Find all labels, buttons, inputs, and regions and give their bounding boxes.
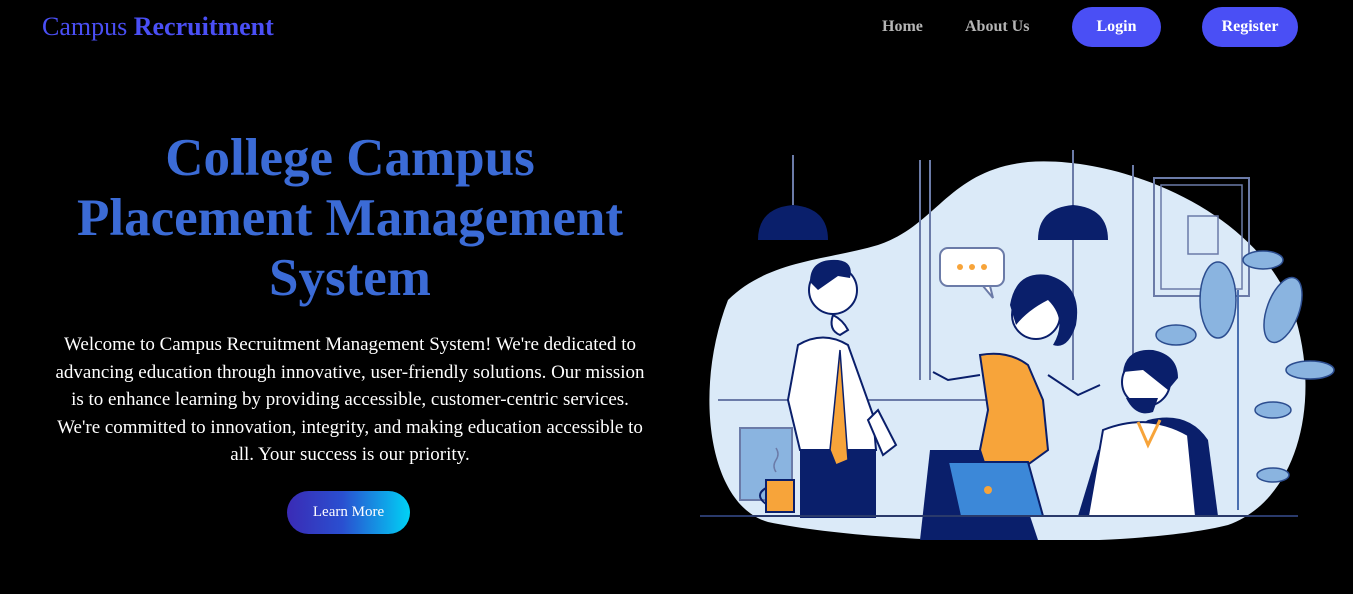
landing-page: Campus Recruitment Home About Us Login R… bbox=[0, 0, 1353, 594]
office-team-meeting-illustration bbox=[700, 150, 1335, 540]
brand-word-campus: Campus bbox=[42, 12, 128, 41]
learn-more-button[interactable]: Learn More bbox=[287, 491, 410, 534]
brand-word-recruitment: Recruitment bbox=[133, 12, 274, 41]
hero-title: College Campus Placement Management Syst… bbox=[76, 129, 624, 307]
login-button[interactable]: Login bbox=[1072, 7, 1161, 47]
ceiling-lamp-left bbox=[758, 205, 828, 240]
brand-logo[interactable]: Campus Recruitment bbox=[42, 12, 274, 42]
register-button[interactable]: Register bbox=[1202, 7, 1298, 47]
nav-link-about-us[interactable]: About Us bbox=[965, 18, 1029, 36]
nav-link-home[interactable]: Home bbox=[882, 18, 923, 36]
laptop-icon bbox=[946, 461, 1045, 517]
hero-description: Welcome to Campus Recruitment Management… bbox=[55, 334, 645, 465]
